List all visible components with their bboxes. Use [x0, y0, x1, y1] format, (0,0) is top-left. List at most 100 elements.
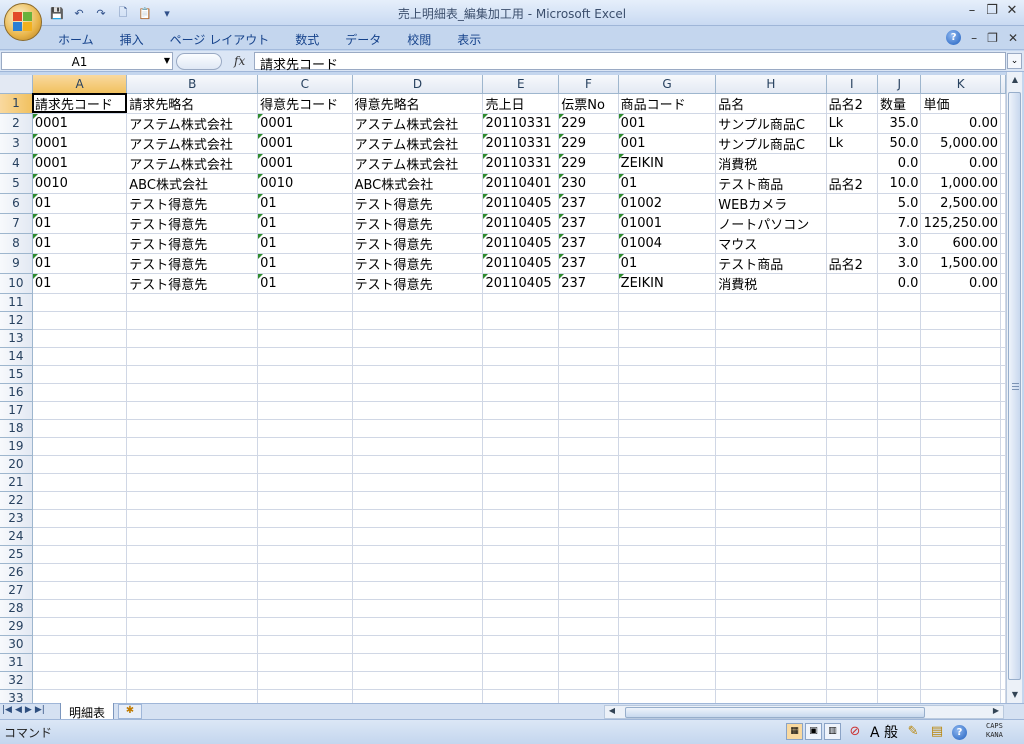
cell[interactable]: [352, 293, 484, 312]
cell[interactable]: 1,500.00: [920, 253, 1001, 274]
insert-sheet-icon[interactable]: ✱: [118, 704, 142, 719]
cell[interactable]: [558, 599, 619, 618]
cell[interactable]: 01: [257, 213, 353, 234]
cell[interactable]: [352, 491, 484, 510]
cell[interactable]: [32, 527, 128, 546]
row-header[interactable]: 15: [0, 365, 33, 384]
cell[interactable]: 20110405: [482, 193, 560, 214]
cell[interactable]: 20110331: [482, 113, 560, 134]
cell[interactable]: [257, 689, 353, 703]
cell[interactable]: 20110405: [482, 273, 560, 294]
cell[interactable]: [352, 545, 484, 564]
cell[interactable]: [257, 635, 353, 654]
cell[interactable]: Lk: [826, 133, 878, 154]
cell[interactable]: [558, 383, 619, 402]
cell[interactable]: [558, 311, 619, 330]
cell[interactable]: 20110405: [482, 233, 560, 254]
cell[interactable]: [877, 545, 922, 564]
cell[interactable]: [877, 437, 922, 456]
cell[interactable]: [257, 527, 353, 546]
cell[interactable]: [257, 491, 353, 510]
cell[interactable]: [1000, 365, 1006, 384]
cell[interactable]: [126, 617, 259, 636]
cell[interactable]: [618, 473, 717, 492]
cell[interactable]: [920, 545, 1001, 564]
cell[interactable]: サンプル商品C: [715, 113, 827, 134]
vertical-scroll-thumb[interactable]: [1008, 92, 1021, 680]
cell[interactable]: [126, 293, 259, 312]
cell[interactable]: [618, 293, 717, 312]
cell[interactable]: 35.0: [877, 113, 922, 134]
cell[interactable]: [920, 365, 1001, 384]
column-header[interactable]: K: [920, 75, 1001, 94]
cell[interactable]: 01004: [618, 233, 717, 254]
cell[interactable]: テスト得意先: [352, 273, 484, 294]
cell[interactable]: [482, 581, 560, 600]
cell[interactable]: [1000, 383, 1006, 402]
column-header[interactable]: F: [558, 75, 619, 94]
cell[interactable]: [482, 383, 560, 402]
cell[interactable]: [877, 473, 922, 492]
cell[interactable]: [1000, 293, 1006, 312]
cell[interactable]: 01001: [618, 213, 717, 234]
cell[interactable]: [715, 653, 827, 672]
column-header[interactable]: D: [352, 75, 484, 94]
cell[interactable]: [257, 473, 353, 492]
cell[interactable]: [618, 491, 717, 510]
row-header[interactable]: 27: [0, 581, 33, 600]
cell[interactable]: [257, 563, 353, 582]
row-header[interactable]: 32: [0, 671, 33, 690]
cell[interactable]: [877, 311, 922, 330]
cell[interactable]: [482, 365, 560, 384]
cell[interactable]: [1000, 545, 1006, 564]
cell[interactable]: [715, 509, 827, 528]
cell[interactable]: 01: [618, 253, 717, 274]
cell[interactable]: [920, 347, 1001, 366]
cell[interactable]: ノートパソコン: [715, 213, 827, 234]
row-header[interactable]: 4: [0, 153, 33, 174]
row-header[interactable]: 33: [0, 689, 33, 703]
cell[interactable]: [482, 563, 560, 582]
expand-formula-bar-icon[interactable]: ⌄: [1007, 53, 1022, 69]
cell[interactable]: [32, 545, 128, 564]
cell[interactable]: [558, 437, 619, 456]
cell[interactable]: [920, 311, 1001, 330]
cell[interactable]: [618, 311, 717, 330]
cell[interactable]: [352, 329, 484, 348]
cell[interactable]: [920, 599, 1001, 618]
cell[interactable]: [826, 383, 878, 402]
row-header[interactable]: 10: [0, 273, 33, 294]
cell[interactable]: [1000, 253, 1006, 274]
cell[interactable]: [352, 437, 484, 456]
cell[interactable]: [877, 509, 922, 528]
cell[interactable]: [715, 617, 827, 636]
cell[interactable]: [877, 671, 922, 690]
row-header[interactable]: 30: [0, 635, 33, 654]
cell[interactable]: [920, 473, 1001, 492]
cell[interactable]: [126, 383, 259, 402]
cell[interactable]: [257, 653, 353, 672]
tab-page-layout[interactable]: ページ レイアウト: [160, 30, 280, 48]
cell[interactable]: [826, 419, 878, 438]
cell[interactable]: 600.00: [920, 233, 1001, 254]
cell[interactable]: 数量: [877, 93, 922, 114]
cell[interactable]: 20110401: [482, 173, 560, 194]
cell[interactable]: [715, 563, 827, 582]
cell[interactable]: [618, 419, 717, 438]
cell[interactable]: [826, 365, 878, 384]
cell[interactable]: [257, 599, 353, 618]
cell[interactable]: [826, 491, 878, 510]
cell[interactable]: 237: [558, 213, 619, 234]
cell[interactable]: [715, 365, 827, 384]
cell[interactable]: [482, 437, 560, 456]
cell[interactable]: [826, 329, 878, 348]
cell[interactable]: [32, 329, 128, 348]
cell[interactable]: 0001: [257, 153, 353, 174]
cell[interactable]: [32, 653, 128, 672]
cell[interactable]: 01: [32, 253, 128, 274]
cell[interactable]: [920, 527, 1001, 546]
cell[interactable]: 0010: [32, 173, 128, 194]
column-header[interactable]: I: [826, 75, 878, 94]
row-header[interactable]: 18: [0, 419, 33, 438]
cell[interactable]: [1000, 527, 1006, 546]
